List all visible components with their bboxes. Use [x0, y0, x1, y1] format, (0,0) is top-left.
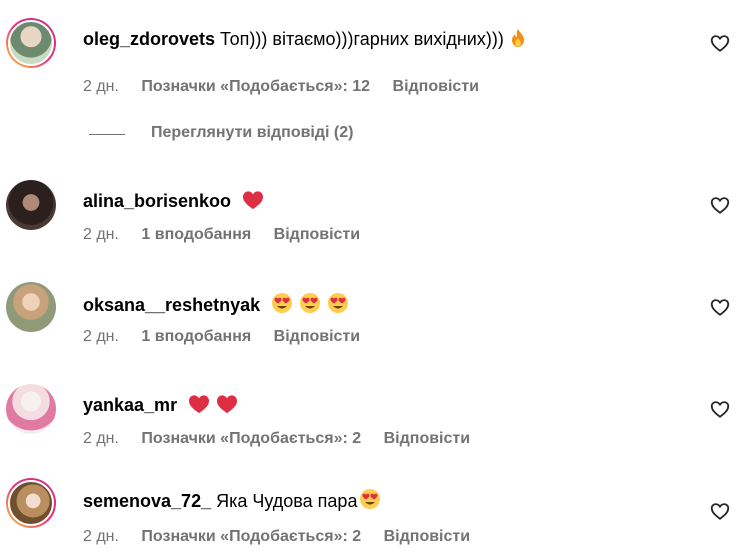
comment-likes[interactable]: 1 вподобання — [141, 328, 251, 345]
avatar-story-ring[interactable] — [6, 478, 56, 528]
avatar — [6, 384, 56, 434]
comment: semenova_72_ Яка Чудова пара 2 дн. Позна… — [0, 478, 740, 558]
comment-time[interactable]: 2 дн. — [83, 78, 119, 95]
red-heart-emoji-icon — [217, 395, 238, 414]
comment-likes[interactable]: Позначки «Подобається»: 2 — [141, 430, 361, 447]
avatar — [6, 180, 56, 230]
comment: oksana__reshetnyak 2 дн. 1 вподобання Ві… — [0, 282, 740, 362]
comment-text-line: alina_borisenkoo — [83, 190, 264, 212]
red-heart-emoji-icon — [189, 395, 210, 414]
reply-button[interactable]: Відповісти — [393, 78, 479, 95]
comment-meta: 2 дн. 1 вподобання Відповісти — [83, 226, 378, 244]
comment-username[interactable]: semenova_72_ — [83, 491, 211, 511]
comment-username[interactable]: alina_borisenkoo — [83, 191, 231, 211]
comment-time[interactable]: 2 дн. — [83, 328, 119, 345]
like-heart-icon[interactable] — [709, 296, 731, 318]
comment-username[interactable]: yankaa_mr — [83, 395, 177, 415]
comment-meta: 2 дн. Позначки «Подобається»: 12 Відпові… — [83, 78, 497, 96]
comment-text: Топ))) вітаємо)))гарних вихідних))) — [220, 29, 504, 49]
comment-username[interactable]: oleg_zdorovets — [83, 29, 215, 49]
avatar-story-ring[interactable] — [6, 18, 56, 68]
avatar-container[interactable] — [6, 180, 56, 230]
reply-button[interactable]: Відповісти — [384, 430, 470, 447]
comment-text-line: yankaa_mr — [83, 394, 238, 416]
avatar-container[interactable] — [6, 384, 56, 434]
comment-time[interactable]: 2 дн. — [83, 226, 119, 243]
comment-text-line: oksana__reshetnyak — [83, 292, 349, 316]
like-heart-icon[interactable] — [709, 194, 731, 216]
comment-likes[interactable]: Позначки «Подобається»: 2 — [141, 528, 361, 545]
replies-divider-line — [89, 134, 125, 135]
comment: yankaa_mr 2 дн. Позначки «Подобається»: … — [0, 384, 740, 464]
reply-button[interactable]: Відповісти — [274, 328, 360, 345]
heart-eyes-emoji-icon — [328, 293, 349, 313]
comment: alina_borisenkoo 2 дн. 1 вподобання Відп… — [0, 180, 740, 260]
comment: oleg_zdorovets Топ))) вітаємо)))гарних в… — [0, 18, 740, 98]
heart-eyes-emoji-icon — [272, 293, 293, 313]
reply-button[interactable]: Відповісти — [274, 226, 360, 243]
comment-meta: 2 дн. Позначки «Подобається»: 2 Відповіс… — [83, 430, 488, 448]
comment-text: Яка Чудова пара — [216, 491, 358, 511]
heart-eyes-emoji-icon — [360, 489, 381, 509]
comment-meta: 2 дн. 1 вподобання Відповісти — [83, 328, 378, 346]
red-heart-emoji-icon — [243, 191, 264, 210]
comment-text-line: oleg_zdorovets Топ))) вітаємо)))гарних в… — [83, 28, 526, 50]
comment-meta: 2 дн. Позначки «Подобається»: 2 Відповіс… — [83, 528, 488, 546]
avatar — [6, 282, 56, 332]
avatar — [8, 20, 54, 66]
heart-eyes-emoji-icon — [300, 293, 321, 313]
comment-likes[interactable]: Позначки «Подобається»: 12 — [141, 78, 370, 95]
like-heart-icon[interactable] — [709, 398, 731, 420]
avatar-container[interactable] — [6, 282, 56, 332]
comment-time[interactable]: 2 дн. — [83, 528, 119, 545]
like-heart-icon[interactable] — [709, 500, 731, 522]
comment-time[interactable]: 2 дн. — [83, 430, 119, 447]
comment-username[interactable]: oksana__reshetnyak — [83, 295, 260, 315]
reply-button[interactable]: Відповісти — [384, 528, 470, 545]
avatar — [8, 480, 54, 526]
comment-likes[interactable]: 1 вподобання — [141, 226, 251, 243]
like-heart-icon[interactable] — [709, 32, 731, 54]
view-replies-label: Переглянути відповіді (2) — [151, 124, 354, 141]
comment-text-line: semenova_72_ Яка Чудова пара — [83, 488, 381, 512]
fire-emoji-icon — [511, 29, 524, 47]
